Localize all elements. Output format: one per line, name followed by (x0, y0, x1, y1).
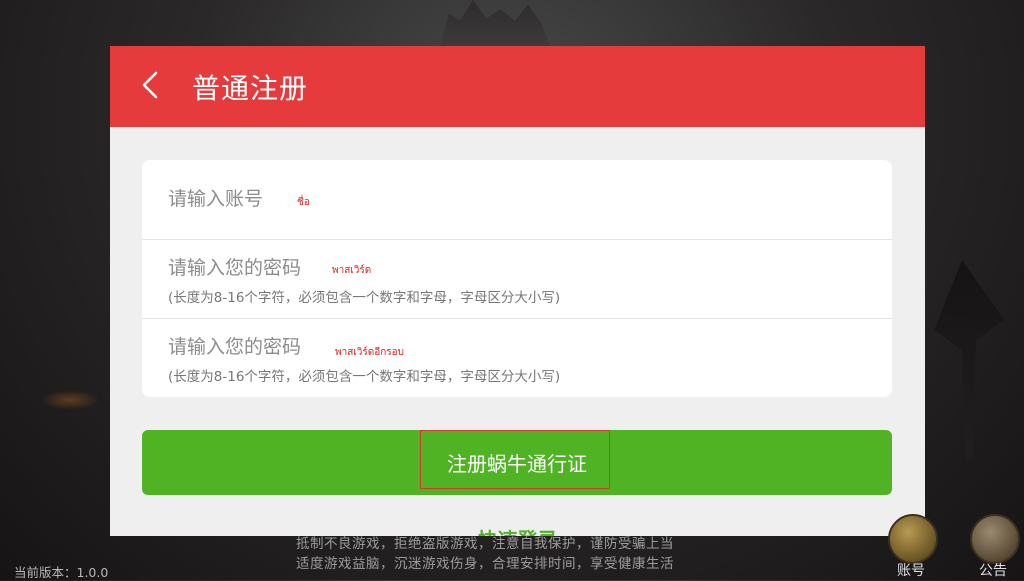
password-hint: (长度为8-16个字符，必须包含一个数字和字母，字母区分大小写) (168, 290, 561, 306)
version-label: 当前版本：1.0.0 (14, 565, 109, 580)
confirm-password-annotation: พาสเวิร์ดอีกรอบ (335, 347, 404, 358)
password-input[interactable] (168, 257, 608, 279)
notice-line: 抵制不良游戏，拒绝盗版游戏，注意自我保护，谨防受骗上当 (296, 536, 674, 552)
account-button[interactable]: 账号 (884, 510, 938, 580)
back-button[interactable] (110, 46, 190, 127)
account-annotation: ชื่อ (297, 197, 310, 208)
account-row: ชื่อ (142, 160, 892, 240)
confirm-password-hint: (长度为8-16个字符，必须包含一个数字和字母，字母区分大小写) (168, 369, 561, 385)
password-row: พาสเวิร์ด (长度为8-16个字符，必须包含一个数字和字母，字母区分大小… (142, 239, 892, 319)
register-form: ชื่อ พาสเวิร์ด (长度为8-16个字符，必须包含一个数字和字母，字… (142, 160, 892, 397)
confirm-password-row: พาสเวิร์ดอีกรอบ (长度为8-16个字符，必须包含一个数字和字母，… (142, 318, 892, 397)
background-castle (440, 0, 550, 46)
announcement-icon (970, 514, 1020, 564)
background-axe-silhouette (934, 260, 1004, 460)
register-submit-button[interactable]: 注册蜗牛通行证 (142, 430, 892, 495)
account-button-label: 账号 (897, 563, 925, 579)
chevron-left-icon (141, 71, 159, 103)
register-dialog: 普通注册 ชื่อ พาสเวิร์ด (长度为8-16个字符，必须包含一个数字… (110, 46, 925, 536)
password-annotation: พาสเวิร์ด (332, 265, 372, 276)
notice-line: 适度游戏益脑，沉迷游戏伤身，合理安排时间，享受健康生活 (296, 556, 674, 572)
announcement-button[interactable]: 公告 (966, 510, 1020, 580)
announcement-button-label: 公告 (979, 563, 1007, 579)
dialog-header: 普通注册 (110, 46, 925, 127)
account-input[interactable] (168, 188, 608, 210)
page-title: 普通注册 (192, 71, 309, 105)
background-fire-glow (40, 390, 100, 410)
health-notice: 抵制不良游戏，拒绝盗版游戏，注意自我保护，谨防受骗上当 适度游戏益脑，沉迷游戏伤… (296, 534, 756, 574)
account-icon (888, 514, 938, 564)
